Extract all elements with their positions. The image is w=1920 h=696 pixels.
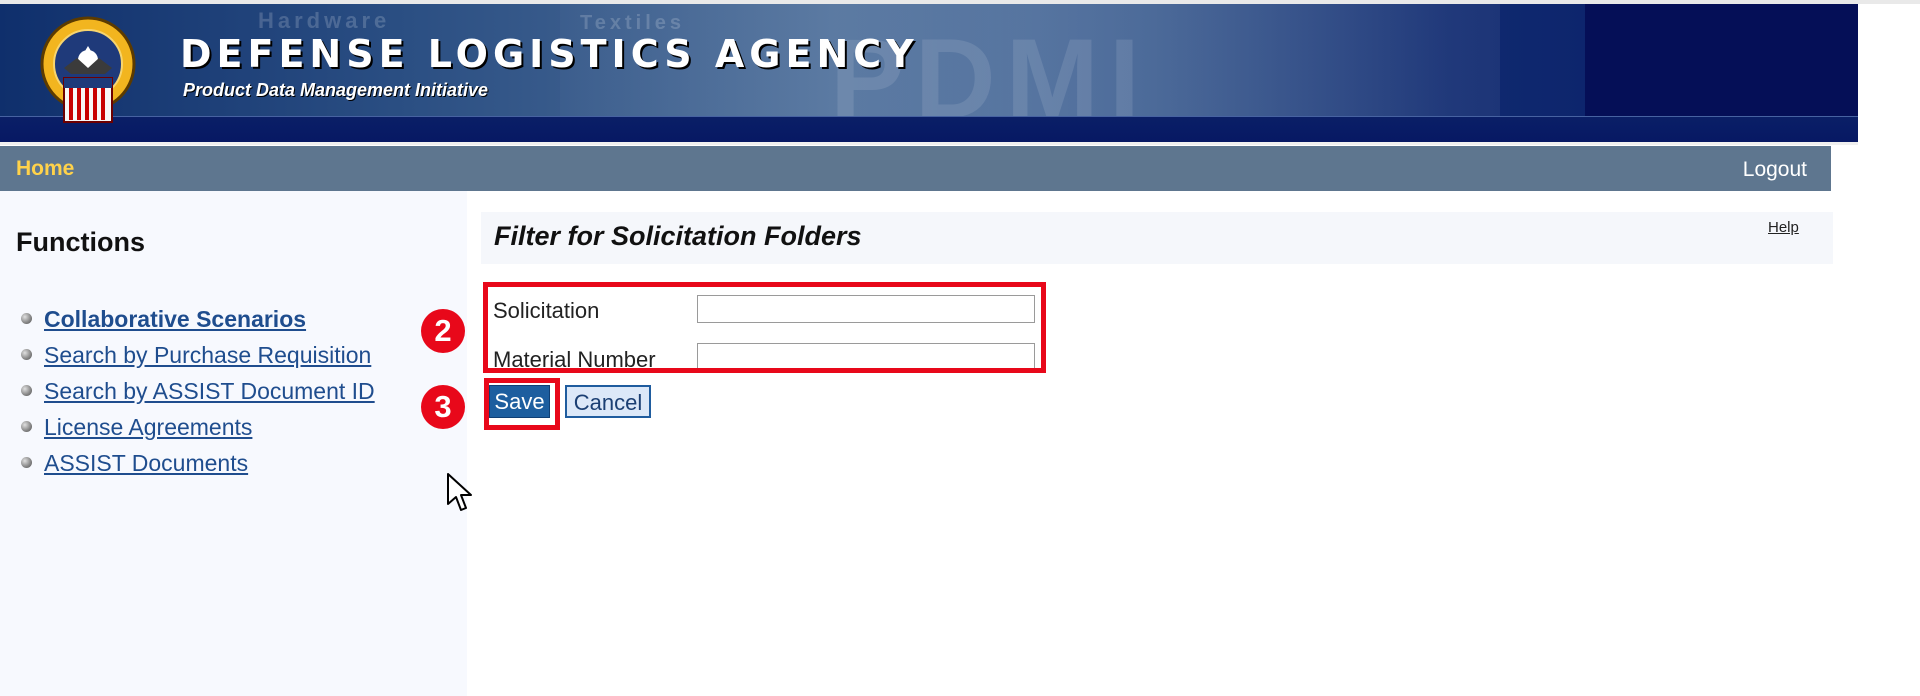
- assist-documents-link[interactable]: ASSIST Documents: [44, 450, 248, 477]
- material-number-input[interactable]: [697, 343, 1035, 371]
- bullet-icon: [21, 457, 32, 468]
- search-by-purchase-requisition-link[interactable]: Search by Purchase Requisition: [44, 342, 371, 369]
- site-banner: Hardware Textiles PDMI DEFENSE LOGISTICS…: [0, 4, 1858, 145]
- license-agreements-link[interactable]: License Agreements: [44, 414, 252, 441]
- sidebar-item-search-purchase-requisition: Search by Purchase Requisition: [18, 337, 375, 373]
- mouse-cursor-icon: [447, 473, 472, 511]
- sidebar-item-search-assist-document-id: Search by ASSIST Document ID: [18, 373, 375, 409]
- annotation-step-2-badge: 2: [421, 309, 465, 353]
- solicitation-label: Solicitation: [493, 298, 600, 323]
- banner-title: DEFENSE LOGISTICS AGENCY: [180, 32, 919, 76]
- sidebar-item-collaborative-scenarios: Collaborative Scenarios: [18, 301, 375, 337]
- banner-divider: [0, 142, 1858, 145]
- banner-watermark-hardware: Hardware: [258, 8, 391, 33]
- functions-sidebar: Functions Collaborative Scenarios Search…: [0, 191, 467, 696]
- sidebar-item-assist-documents: ASSIST Documents: [18, 445, 375, 481]
- logout-link[interactable]: Logout: [1743, 158, 1807, 182]
- collaborative-scenarios-link[interactable]: Collaborative Scenarios: [44, 306, 306, 333]
- search-by-assist-document-id-link[interactable]: Search by ASSIST Document ID: [44, 378, 375, 405]
- banner-subtitle: Product Data Management Initiative: [183, 80, 489, 100]
- home-link[interactable]: Home: [16, 157, 74, 181]
- dla-seal-icon: [40, 16, 136, 123]
- page-title: Filter for Solicitation Folders: [494, 221, 862, 251]
- top-navigation-bar: Home Logout: [0, 146, 1831, 191]
- filter-header: Filter for Solicitation Folders Help: [481, 212, 1833, 264]
- annotation-step-3-badge: 3: [421, 385, 465, 429]
- help-link[interactable]: Help: [1768, 219, 1799, 236]
- bullet-icon: [21, 349, 32, 360]
- bullet-icon: [21, 313, 32, 324]
- functions-heading: Functions: [16, 227, 145, 257]
- sidebar-item-license-agreements: License Agreements: [18, 409, 375, 445]
- banner-bottom-strip: [0, 116, 1858, 145]
- functions-list: Collaborative Scenarios Search by Purcha…: [18, 301, 375, 481]
- bullet-icon: [21, 385, 32, 396]
- material-number-label: Material Number: [493, 347, 656, 372]
- save-button[interactable]: Save: [489, 385, 550, 418]
- solicitation-input[interactable]: [697, 295, 1035, 323]
- cancel-button[interactable]: Cancel: [565, 385, 651, 418]
- bullet-icon: [21, 421, 32, 432]
